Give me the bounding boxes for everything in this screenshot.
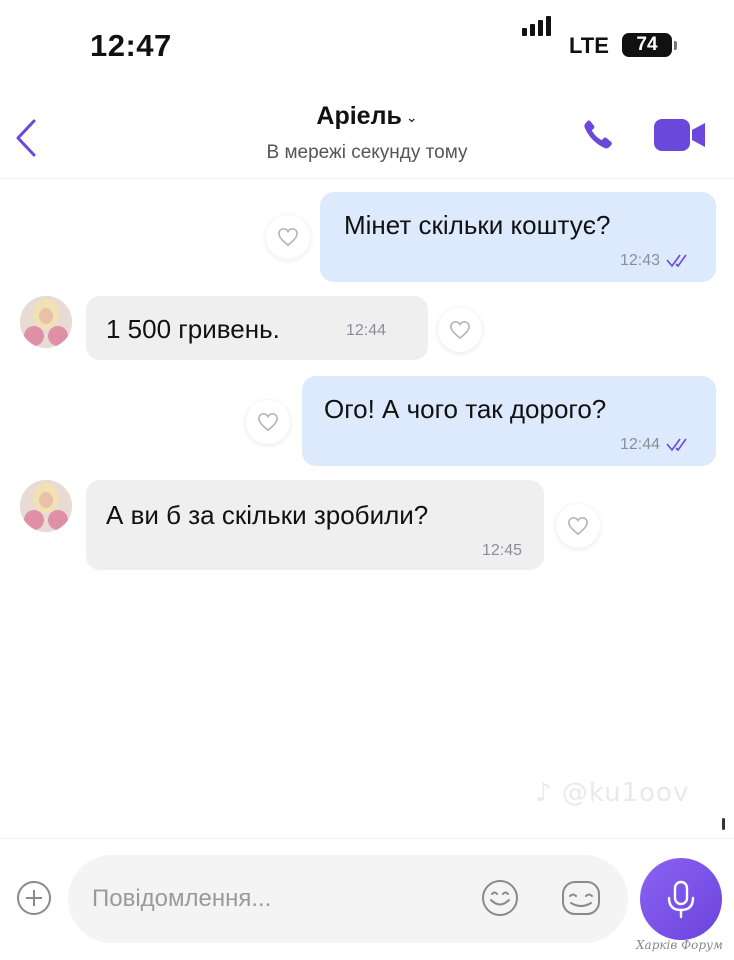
voice-message-button[interactable] [640,858,722,940]
header-divider [0,178,734,179]
like-button[interactable] [246,400,290,444]
network-type: LTE [569,33,609,58]
like-button[interactable] [266,215,310,259]
heart-icon [258,412,278,432]
video-camera-icon [654,119,705,151]
avatar[interactable] [20,296,72,348]
contact-name[interactable]: Аріель ⌄ [0,102,734,131]
sticker-icon [562,881,600,915]
heart-icon [568,516,588,536]
message-text: Мінет скільки коштує? [344,210,611,240]
video-call-button[interactable] [654,118,706,152]
avatar[interactable] [20,480,72,532]
message-time: 12:45 [481,542,522,559]
chevron-down-icon: ⌄ [405,109,418,125]
heart-icon [450,320,470,340]
status-time: 12:47 [90,28,172,63]
read-ticks-icon [666,438,687,452]
microphone-icon [667,880,695,919]
add-attachment-button[interactable] [16,880,52,916]
battery-icon: 74 [622,33,672,57]
sticker-button[interactable] [560,878,602,918]
incoming-message-bubble[interactable]: А ви б за скільки зробили? 12:45 [86,480,544,570]
phone-icon [584,120,612,149]
scroll-indicator [722,818,725,830]
plus-circle-icon [17,881,51,915]
message-text: 1 500 гривень. [106,314,280,344]
incoming-message-bubble[interactable]: 1 500 гривень. 12:44 [86,296,428,360]
message-time: 12:44 [346,322,387,339]
contact-avatar-image [20,480,72,532]
forum-watermark: Харків Форум [636,938,723,952]
battery-tip [674,41,677,50]
read-ticks-icon [666,254,687,268]
message-text: Ого! А чого так дорого? [324,394,607,424]
message-input[interactable] [68,855,628,943]
contact-status: В мережі секунду тому [266,142,468,163]
contact-avatar-image [20,296,72,348]
contact-name-text: Аріель [316,102,402,130]
outgoing-message-bubble[interactable]: Мінет скільки коштує? 12:43 [320,192,716,282]
like-button[interactable] [438,308,482,352]
heart-icon [278,227,298,247]
like-button[interactable] [556,504,600,548]
composer-divider [0,838,734,839]
smiley-icon [482,880,518,916]
message-time: 12:43 [619,252,660,269]
tiktok-watermark: ♪ @ku1oov [535,778,690,808]
message-time: 12:44 [619,436,660,453]
message-text: А ви б за скільки зробили? [106,500,429,530]
call-button[interactable] [580,116,616,152]
emoji-button[interactable] [480,878,520,918]
outgoing-message-bubble[interactable]: Ого! А чого так дорого? 12:44 [302,376,716,466]
